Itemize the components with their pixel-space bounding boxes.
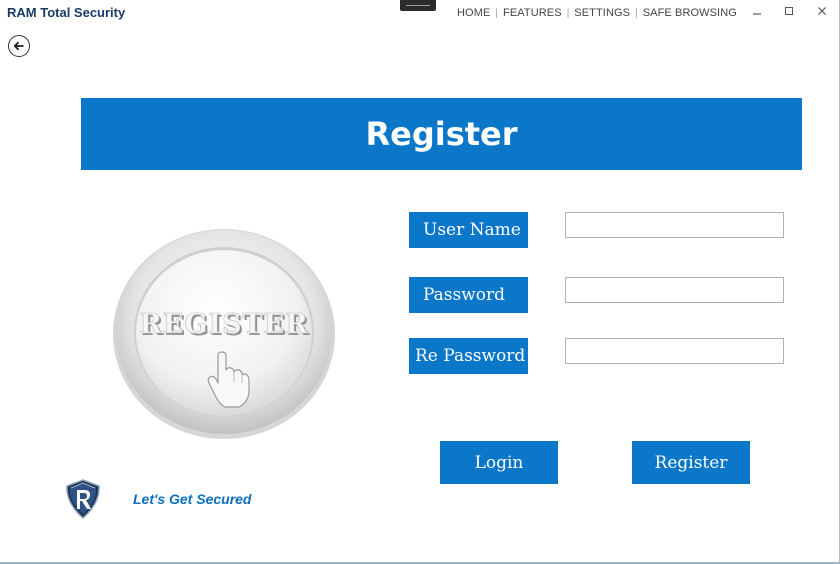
nav-separator: | <box>566 7 570 19</box>
nav-home[interactable]: HOME <box>457 7 490 19</box>
nav-features[interactable]: FEATURES <box>503 7 562 19</box>
brand-logo <box>64 479 102 520</box>
app-title: RAM Total Security <box>7 5 126 20</box>
re-password-input[interactable] <box>565 338 784 364</box>
register-button[interactable]: Register <box>632 441 750 484</box>
badge-text: REGISTER <box>139 309 308 340</box>
tagline: Let's Get Secured <box>133 491 252 507</box>
title-bar-handle[interactable] <box>400 0 436 11</box>
minimize-button[interactable] <box>745 2 769 20</box>
maximize-button[interactable] <box>777 2 801 20</box>
nav-separator: | <box>495 7 499 19</box>
password-label: Password <box>409 277 528 313</box>
login-button[interactable]: Login <box>440 441 558 484</box>
register-badge-graphic: REGISTER REGISTER <box>113 229 335 439</box>
page-title: Register <box>365 115 518 153</box>
arrow-left-icon <box>13 41 24 51</box>
close-button[interactable] <box>810 2 834 20</box>
page-banner: Register <box>81 98 802 170</box>
username-label: User Name <box>409 212 528 248</box>
minimize-icon <box>753 13 761 15</box>
maximize-icon <box>785 7 793 15</box>
nav-settings[interactable]: SETTINGS <box>574 7 630 19</box>
close-icon <box>818 7 826 15</box>
back-button[interactable] <box>8 35 30 57</box>
register-badge[interactable]: REGISTER REGISTER <box>112 224 336 440</box>
top-nav: HOME | FEATURES | SETTINGS | SAFE BROWSI… <box>457 7 737 19</box>
password-input[interactable] <box>565 277 784 303</box>
username-input[interactable] <box>565 212 784 238</box>
re-password-label: Re Password <box>409 338 528 374</box>
shield-r-logo <box>66 479 100 520</box>
nav-separator: | <box>635 7 638 19</box>
nav-safe-browsing[interactable]: SAFE BROWSING <box>643 7 737 19</box>
app-window: RAM Total Security HOME | FEATURES | SET… <box>0 0 840 564</box>
